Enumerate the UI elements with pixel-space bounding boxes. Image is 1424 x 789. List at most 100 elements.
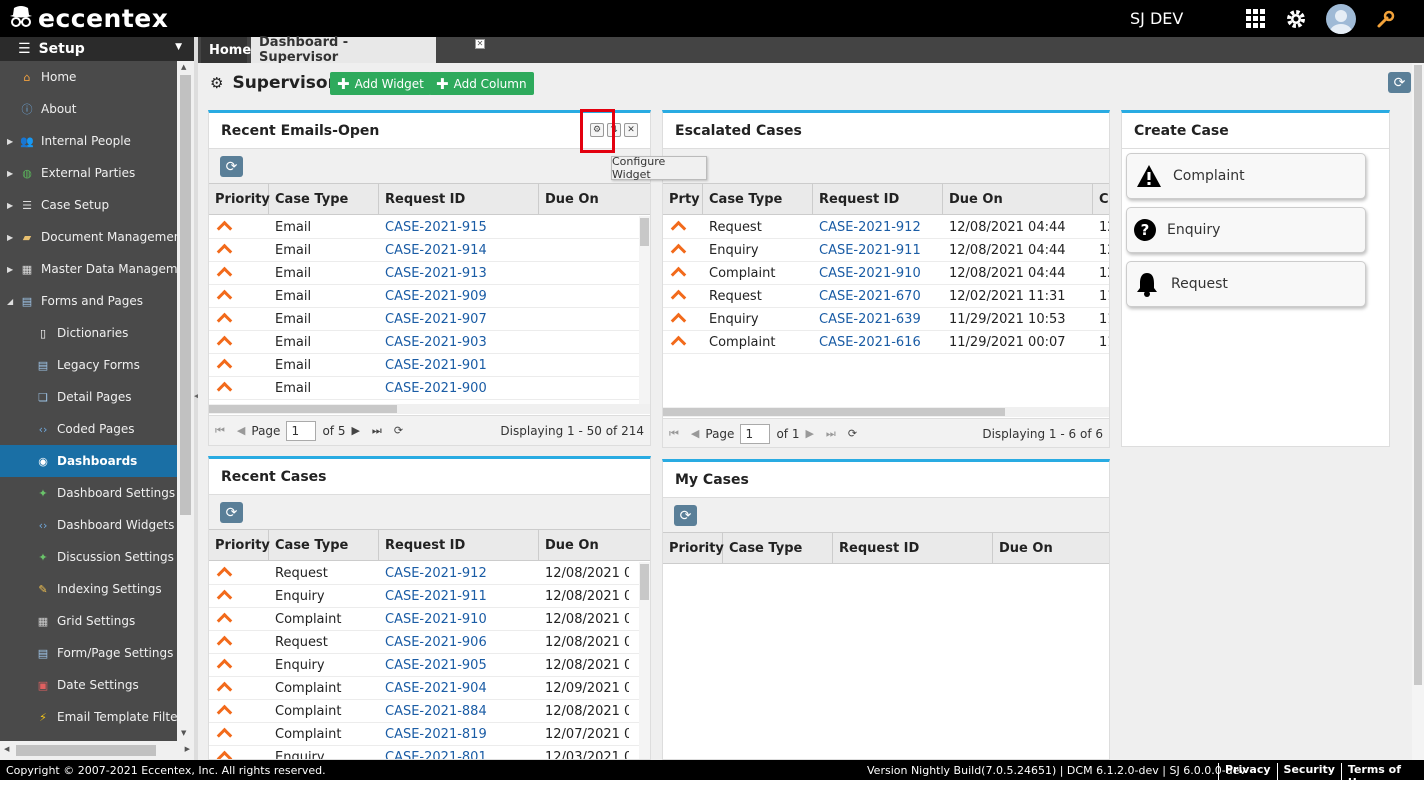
next-page-icon[interactable]: ▶ [351, 424, 359, 437]
scroll-thumb[interactable] [16, 745, 156, 756]
request-id-link[interactable]: CASE-2021-616 [813, 335, 943, 350]
table-row[interactable]: Email CASE-2021-909 [209, 285, 639, 308]
column-header-request-id[interactable]: Request ID [379, 184, 539, 214]
prev-page-icon[interactable]: ◀ [237, 424, 245, 437]
privacy-link[interactable]: Privacy [1218, 763, 1277, 789]
prev-page-icon[interactable]: ◀ [691, 427, 699, 440]
scroll-thumb[interactable] [663, 408, 1005, 416]
request-id-link[interactable]: CASE-2021-909 [379, 289, 539, 304]
column-header-request-id[interactable]: Request ID [379, 530, 539, 560]
refresh-button[interactable]: ⟳ [674, 505, 697, 526]
first-page-icon[interactable]: ⏮ [215, 424, 225, 438]
column-header-request-id[interactable]: Request ID [833, 533, 993, 563]
table-row[interactable]: Email CASE-2021-907 [209, 308, 639, 331]
sidebar-item-coded-pages[interactable]: ‹› Coded Pages [0, 413, 177, 445]
table-row[interactable]: Request CASE-2021-670 12/02/2021 11:31 11 [663, 285, 1109, 308]
security-link[interactable]: Security [1276, 763, 1341, 789]
expand-arrow-icon[interactable]: ▶ [7, 169, 13, 178]
sidebar-item-dashboards[interactable]: ◉ Dashboards [0, 445, 177, 477]
avatar[interactable] [1326, 4, 1356, 34]
sidebar-item-detail-pages[interactable]: ❏ Detail Pages [0, 381, 177, 413]
request-id-link[interactable]: CASE-2021-639 [813, 312, 943, 327]
table-row[interactable]: Complaint CASE-2021-884 12/08/2021 05 [209, 700, 639, 723]
table-row[interactable]: Email CASE-2021-901 [209, 354, 639, 377]
last-page-icon[interactable]: ⏭ [826, 427, 836, 441]
table-row[interactable]: Email CASE-2021-903 [209, 331, 639, 354]
column-header-case-type[interactable]: Case Type [269, 184, 379, 214]
next-page-icon[interactable]: ▶ [805, 427, 813, 440]
wrench-icon[interactable] [1374, 7, 1398, 31]
request-id-link[interactable]: CASE-2021-911 [379, 589, 539, 604]
table-row[interactable]: Complaint CASE-2021-819 12/07/2021 04 [209, 723, 639, 746]
close-icon[interactable]: ✕ [475, 39, 485, 49]
refresh-button[interactable]: ⟳ [220, 156, 243, 177]
sidebar-item-grid-settings[interactable]: ▦ Grid Settings [0, 605, 177, 637]
expanded-arrow-icon[interactable]: ◢ [7, 297, 13, 306]
request-id-link[interactable]: CASE-2021-903 [379, 335, 539, 350]
table-row[interactable]: Enquiry CASE-2021-911 12/08/2021 04:44 12 [663, 239, 1109, 262]
grid-horizontal-scrollbar[interactable] [209, 404, 650, 414]
request-id-link[interactable]: CASE-2021-910 [813, 266, 943, 281]
request-id-link[interactable]: CASE-2021-914 [379, 243, 539, 258]
table-row[interactable]: Enquiry CASE-2021-639 11/29/2021 10:53 11 [663, 308, 1109, 331]
tab-home[interactable]: Home [201, 37, 251, 63]
refresh-dashboard-button[interactable]: ⟳ [1388, 72, 1411, 93]
request-id-link[interactable]: CASE-2021-670 [813, 289, 943, 304]
scroll-thumb[interactable] [180, 75, 191, 515]
expand-arrow-icon[interactable]: ▶ [7, 265, 13, 274]
table-row[interactable]: Email CASE-2021-900 [209, 377, 639, 400]
column-header-priority[interactable]: Prty [663, 184, 703, 214]
last-page-icon[interactable]: ⏭ [372, 424, 382, 438]
page-input[interactable]: 1 [740, 423, 771, 444]
column-header-priority[interactable]: Priority [209, 184, 270, 214]
refresh-icon[interactable]: ⟳ [394, 424, 403, 437]
sidebar-item-forms-and-pages[interactable]: ◢ ▤ Forms and Pages [0, 285, 177, 317]
column-header-priority[interactable]: Priority [663, 533, 724, 563]
sidebar-item-document-management[interactable]: ▶ ▰ Document Management [0, 221, 177, 253]
table-row[interactable]: Request CASE-2021-912 12/08/2021 04 [209, 562, 639, 585]
column-header-case-type[interactable]: Case Type [723, 533, 833, 563]
table-row[interactable]: Complaint CASE-2021-904 12/09/2021 03 [209, 677, 639, 700]
request-id-link[interactable]: CASE-2021-905 [379, 658, 539, 673]
table-row[interactable]: Complaint CASE-2021-616 11/29/2021 00:07 11 [663, 331, 1109, 354]
column-header-request-id[interactable]: Request ID [813, 184, 943, 214]
request-id-link[interactable]: CASE-2021-910 [379, 612, 539, 627]
request-id-link[interactable]: CASE-2021-906 [379, 635, 539, 650]
column-header-due-on[interactable]: Due On [993, 533, 1107, 563]
grid-vertical-scrollbar[interactable] [639, 562, 650, 759]
scroll-thumb[interactable] [640, 218, 649, 246]
request-id-link[interactable]: CASE-2021-901 [379, 358, 539, 373]
table-row[interactable]: Complaint CASE-2021-910 12/08/2021 04:44 12 [663, 262, 1109, 285]
column-header-case-type[interactable]: Case Type [703, 184, 813, 214]
request-id-link[interactable]: CASE-2021-801 [379, 750, 539, 760]
table-row[interactable]: Request CASE-2021-912 12/08/2021 04:44 12 [663, 216, 1109, 239]
scroll-left-icon[interactable]: ◀ [4, 745, 9, 753]
sidebar-horizontal-scrollbar[interactable]: ◀ ▶ [0, 741, 194, 760]
sidebar-item-discussion-settings[interactable]: ✦ Discussion Settings [0, 541, 177, 573]
column-header-created[interactable]: Cr [1093, 184, 1109, 214]
sidebar-item-legacy-forms[interactable]: ▤ Legacy Forms [0, 349, 177, 381]
sidebar-header[interactable]: ☰ Setup ▼ [0, 37, 194, 61]
sidebar-item-external-parties[interactable]: ▶ ◍ External Parties [0, 157, 177, 189]
request-id-link[interactable]: CASE-2021-900 [379, 381, 539, 396]
gear-icon[interactable] [1284, 7, 1308, 31]
scroll-down-icon[interactable]: ▼ [181, 729, 186, 737]
table-row[interactable]: Request CASE-2021-906 12/08/2021 04 [209, 631, 639, 654]
table-row[interactable]: Enquiry CASE-2021-905 12/08/2021 04 [209, 654, 639, 677]
column-header-case-type[interactable]: Case Type [269, 530, 379, 560]
request-id-link[interactable]: CASE-2021-907 [379, 312, 539, 327]
column-header-due-on[interactable]: Due On [539, 530, 639, 560]
scroll-thumb[interactable] [640, 564, 649, 600]
request-id-link[interactable]: CASE-2021-915 [379, 220, 539, 235]
request-id-link[interactable]: CASE-2021-912 [379, 566, 539, 581]
sidebar-item-indexing-settings[interactable]: ✎ Indexing Settings [0, 573, 177, 605]
scroll-thumb[interactable] [1414, 65, 1422, 685]
scroll-up-icon[interactable]: ▲ [181, 63, 186, 71]
create-request-button[interactable]: Request [1126, 261, 1366, 307]
scroll-right-icon[interactable]: ▶ [185, 745, 190, 753]
expand-arrow-icon[interactable]: ▶ [7, 233, 13, 242]
sidebar-scrollbar[interactable]: ▲ ▼ [177, 61, 194, 741]
sidebar-item-dashboard-settings[interactable]: ✦ Dashboard Settings [0, 477, 177, 509]
column-header-due-on[interactable]: Due On [943, 184, 1093, 214]
request-id-link[interactable]: CASE-2021-913 [379, 266, 539, 281]
